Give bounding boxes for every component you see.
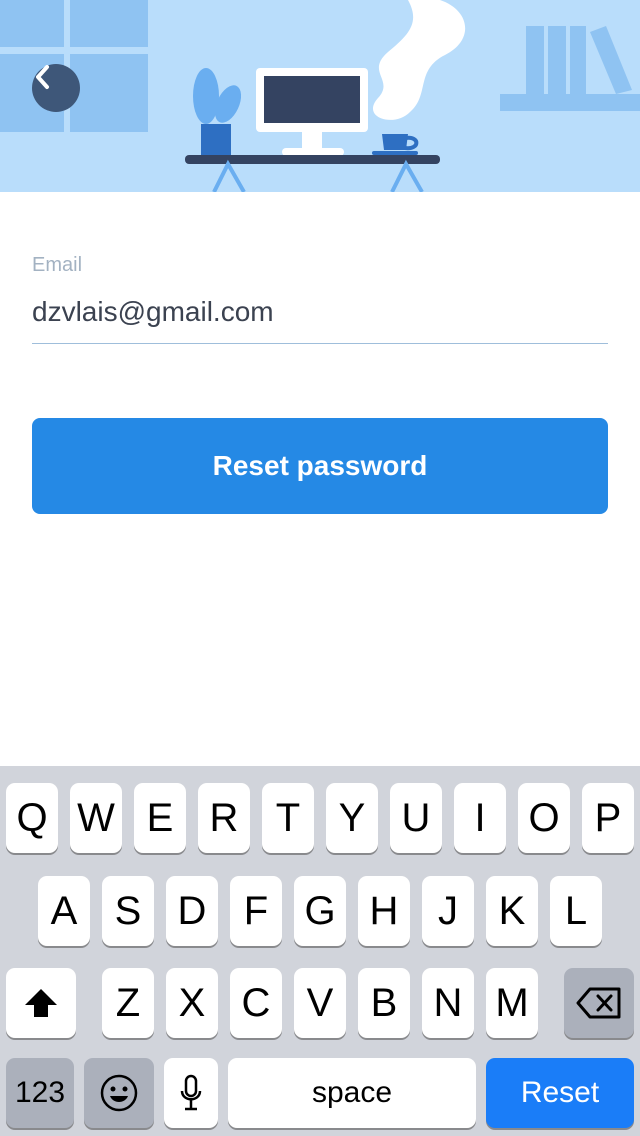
key-e[interactable]: E: [134, 783, 186, 853]
microphone-icon: [180, 1074, 202, 1111]
header-illustration: [0, 0, 640, 192]
shift-icon: [25, 989, 57, 1017]
emoji-key[interactable]: [84, 1058, 154, 1128]
delete-key[interactable]: [564, 968, 634, 1038]
email-field[interactable]: [32, 280, 608, 344]
space-key[interactable]: space: [228, 1058, 476, 1128]
key-w[interactable]: W: [70, 783, 122, 853]
key-t[interactable]: T: [262, 783, 314, 853]
shift-key[interactable]: [6, 968, 76, 1038]
desk-workspace-illustration: [0, 0, 640, 192]
reset-password-button[interactable]: Reset password: [32, 418, 608, 514]
key-j[interactable]: J: [422, 876, 474, 946]
key-m[interactable]: M: [486, 968, 538, 1038]
delete-icon: [576, 987, 621, 1019]
key-l[interactable]: L: [550, 876, 602, 946]
key-u[interactable]: U: [390, 783, 442, 853]
key-f[interactable]: F: [230, 876, 282, 946]
return-key[interactable]: Reset: [486, 1058, 634, 1128]
microphone-key[interactable]: [164, 1058, 218, 1128]
key-g[interactable]: G: [294, 876, 346, 946]
key-y[interactable]: Y: [326, 783, 378, 853]
onscreen-keyboard: Q W E R T Y U I O P A S D F G H J K L Z …: [0, 766, 640, 1136]
chevron-left-icon: [36, 65, 49, 89]
key-c[interactable]: C: [230, 968, 282, 1038]
key-o[interactable]: O: [518, 783, 570, 853]
key-a[interactable]: A: [38, 876, 90, 946]
key-r[interactable]: R: [198, 783, 250, 853]
key-i[interactable]: I: [454, 783, 506, 853]
key-p[interactable]: P: [582, 783, 634, 853]
key-d[interactable]: D: [166, 876, 218, 946]
key-h[interactable]: H: [358, 876, 410, 946]
key-k[interactable]: K: [486, 876, 538, 946]
key-b[interactable]: B: [358, 968, 410, 1038]
emoji-icon: [100, 1074, 138, 1112]
numbers-key[interactable]: 123: [6, 1058, 74, 1128]
key-s[interactable]: S: [102, 876, 154, 946]
email-label: Email: [32, 254, 83, 276]
key-x[interactable]: X: [166, 968, 218, 1038]
back-button[interactable]: [32, 64, 80, 112]
key-q[interactable]: Q: [6, 783, 58, 853]
key-n[interactable]: N: [422, 968, 474, 1038]
key-v[interactable]: V: [294, 968, 346, 1038]
key-z[interactable]: Z: [102, 968, 154, 1038]
reset-password-form: Email: [32, 250, 608, 344]
